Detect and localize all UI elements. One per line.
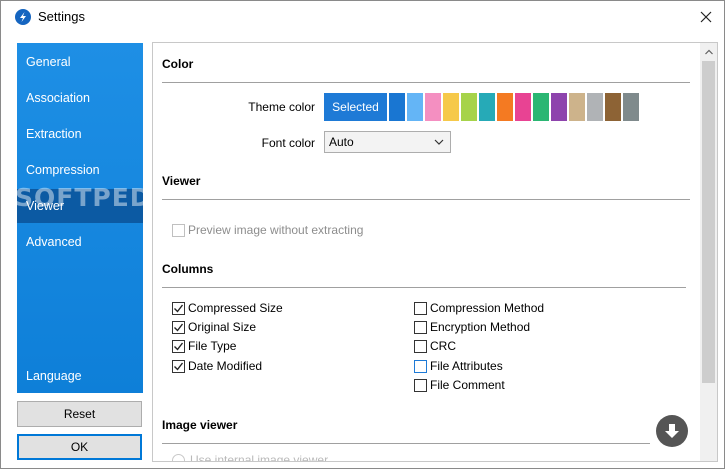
theme-color-swatch[interactable] xyxy=(443,93,459,121)
viewer-section-title: Viewer xyxy=(162,174,201,188)
checkmark-icon xyxy=(174,342,184,351)
column-compressed-size-row[interactable]: Compressed Size xyxy=(172,300,283,316)
font-color-label: Font color xyxy=(261,136,315,150)
column-compression-method-row[interactable]: Compression Method xyxy=(414,300,544,316)
theme-color-swatch[interactable] xyxy=(425,93,441,121)
theme-color-selected[interactable]: Selected xyxy=(324,93,387,121)
theme-color-swatch[interactable] xyxy=(623,93,639,121)
font-color-dropdown[interactable]: Auto xyxy=(324,131,451,153)
image-viewer-section-divider xyxy=(162,443,650,444)
color-section-divider xyxy=(162,82,690,83)
sidebar-item-compression[interactable]: Compression xyxy=(17,153,143,187)
app-logo-icon xyxy=(15,9,31,25)
theme-color-swatch[interactable] xyxy=(515,93,531,121)
settings-panel: Color Theme color Selected Font color Au… xyxy=(152,42,718,462)
reset-button[interactable]: Reset xyxy=(17,401,142,427)
vertical-scrollbar[interactable] xyxy=(700,43,717,461)
column-encryption-method-row[interactable]: Encryption Method xyxy=(414,319,530,335)
sidebar-item-advanced[interactable]: Advanced xyxy=(17,225,143,259)
column-original-size-label: Original Size xyxy=(188,320,257,334)
column-compressed-size-checkbox[interactable] xyxy=(172,301,185,315)
column-compression-method-label: Compression Method xyxy=(430,301,545,315)
close-button[interactable] xyxy=(686,1,724,32)
scroll-down-button[interactable] xyxy=(656,415,688,447)
theme-color-swatch[interactable] xyxy=(497,93,513,121)
theme-color-swatch[interactable] xyxy=(605,93,621,121)
column-crc-checkbox[interactable] xyxy=(414,339,427,353)
ok-button[interactable]: OK xyxy=(17,434,142,460)
chevron-down-icon xyxy=(434,139,444,145)
theme-color-swatch[interactable] xyxy=(461,93,477,121)
checkmark-icon xyxy=(174,362,184,371)
column-file-comment-checkbox[interactable] xyxy=(414,378,427,392)
sidebar-item-general[interactable]: General xyxy=(17,45,143,79)
column-crc-label: CRC xyxy=(430,339,456,353)
column-file-type-row[interactable]: File Type xyxy=(172,338,236,354)
column-encryption-method-label: Encryption Method xyxy=(430,320,531,334)
column-compressed-size-label: Compressed Size xyxy=(188,301,283,315)
columns-section-divider xyxy=(162,287,686,288)
theme-color-swatch[interactable] xyxy=(569,93,585,121)
preview-image-label: Preview image without extracting xyxy=(188,223,364,237)
sidebar-item-association[interactable]: Association xyxy=(17,81,143,115)
column-file-attributes-row[interactable]: File Attributes xyxy=(414,358,503,374)
internal-viewer-radio-row[interactable]: Use internal image viewer xyxy=(172,453,329,462)
theme-color-swatch[interactable] xyxy=(587,93,603,121)
column-file-attributes-label: File Attributes xyxy=(430,359,503,373)
columns-section-title: Columns xyxy=(162,262,214,276)
column-file-comment-label: File Comment xyxy=(430,378,505,392)
close-icon xyxy=(700,11,712,22)
preview-image-checkbox-row[interactable]: Preview image without extracting xyxy=(172,222,363,238)
theme-color-swatches: Selected xyxy=(324,93,639,121)
column-original-size-row[interactable]: Original Size xyxy=(172,319,256,335)
scrollbar-thumb[interactable] xyxy=(702,61,715,383)
sidebar-item-extraction[interactable]: Extraction xyxy=(17,117,143,151)
theme-color-swatch[interactable] xyxy=(533,93,549,121)
theme-color-label: Theme color xyxy=(248,100,315,114)
column-file-type-label: File Type xyxy=(188,339,237,353)
theme-color-swatch[interactable] xyxy=(389,93,405,121)
title-bar: Settings xyxy=(1,1,724,33)
column-compression-method-checkbox[interactable] xyxy=(414,301,427,315)
image-viewer-section-title: Image viewer xyxy=(162,418,238,432)
column-date-modified-label: Date Modified xyxy=(188,359,263,373)
sidebar-nav: General Association Extraction Compressi… xyxy=(17,43,143,393)
window-title: Settings xyxy=(38,9,85,24)
sidebar-item-viewer[interactable]: Viewer xyxy=(17,189,143,223)
theme-color-swatch[interactable] xyxy=(479,93,495,121)
internal-viewer-radio[interactable] xyxy=(172,453,185,461)
theme-color-swatch[interactable] xyxy=(551,93,567,121)
column-date-modified-row[interactable]: Date Modified xyxy=(172,358,262,374)
chevron-up-icon xyxy=(704,49,713,54)
checkmark-icon xyxy=(174,304,184,313)
preview-image-checkbox[interactable] xyxy=(172,223,185,237)
column-file-attributes-checkbox[interactable] xyxy=(414,359,427,373)
column-file-type-checkbox[interactable] xyxy=(172,339,185,353)
column-file-comment-row[interactable]: File Comment xyxy=(414,377,505,393)
column-encryption-method-checkbox[interactable] xyxy=(414,320,427,334)
scroll-up-arrow[interactable] xyxy=(700,43,717,60)
theme-color-swatch[interactable] xyxy=(407,93,423,121)
sidebar-item-language[interactable]: Language xyxy=(17,359,143,393)
settings-window: Settings General Association Extraction … xyxy=(0,0,725,469)
arrow-down-icon xyxy=(665,424,679,438)
viewer-section-divider xyxy=(162,199,690,200)
internal-viewer-label: Use internal image viewer xyxy=(190,453,329,462)
color-section-title: Color xyxy=(162,57,194,71)
column-original-size-checkbox[interactable] xyxy=(172,320,185,334)
checkmark-icon xyxy=(174,323,184,332)
column-crc-row[interactable]: CRC xyxy=(414,338,456,354)
font-color-value: Auto xyxy=(329,135,354,149)
column-date-modified-checkbox[interactable] xyxy=(172,359,185,373)
